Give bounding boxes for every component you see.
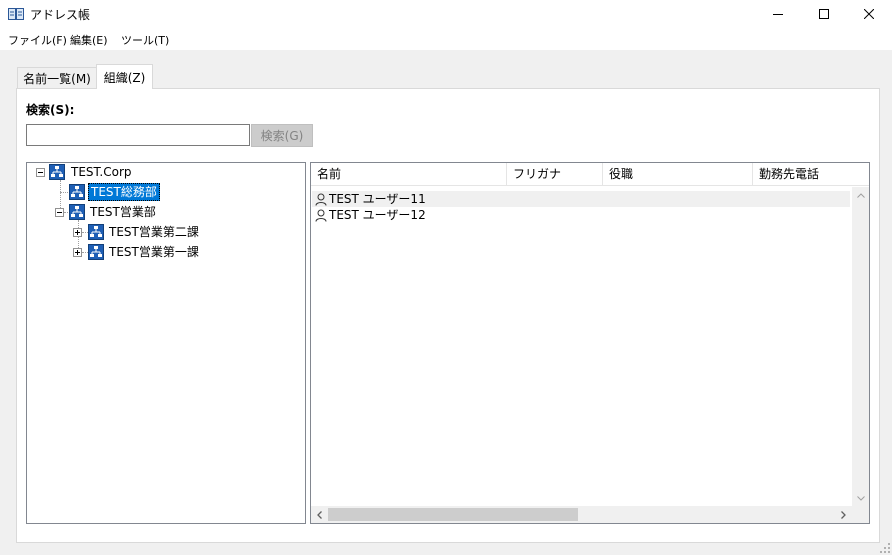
- list-item-name: TEST ユーザー12: [329, 208, 426, 222]
- organization-icon: [88, 224, 104, 240]
- tree-node-test-sales-2[interactable]: TEST営業第二課: [27, 223, 297, 241]
- tree-node-test-corp[interactable]: TEST.Corp: [27, 163, 297, 181]
- window-title: アドレス帳: [30, 8, 91, 22]
- close-button[interactable]: [846, 0, 892, 28]
- user-icon: [315, 209, 327, 222]
- close-icon: [864, 9, 874, 19]
- title-bar[interactable]: アドレス帳: [0, 0, 892, 28]
- resize-grip-icon[interactable]: [880, 543, 890, 553]
- horizontal-scroll-thumb[interactable]: [328, 508, 578, 521]
- menu-bar: ファイル(F) 編集(E) ツール(T): [0, 28, 892, 50]
- horizontal-scrollbar[interactable]: [311, 506, 852, 523]
- tree-node-label: TEST.Corp: [71, 165, 132, 179]
- search-label: 検索(S):: [26, 103, 75, 117]
- tree-node-label: TEST営業第一課: [109, 245, 199, 259]
- minimize-button[interactable]: [755, 0, 801, 28]
- tab-organization[interactable]: 組織(Z): [96, 64, 153, 89]
- collapse-icon[interactable]: [55, 208, 64, 217]
- organization-icon: [69, 184, 85, 200]
- tab-name-list[interactable]: 名前一覧(M): [17, 67, 97, 88]
- maximize-button[interactable]: [801, 0, 847, 28]
- scroll-down-icon[interactable]: [852, 490, 869, 507]
- column-header-position[interactable]: 役職: [603, 163, 753, 185]
- member-list[interactable]: 名前 フリガナ 役職 勤務先電話 TEST ユーザー11 TEST ユーザー12: [310, 162, 870, 524]
- organization-icon: [69, 204, 85, 220]
- column-header-furigana[interactable]: フリガナ: [507, 163, 603, 185]
- organization-tree[interactable]: TEST.Corp TEST総務部 TEST営業部 TEST営業第二課 TEST…: [26, 162, 306, 524]
- organization-icon: [88, 244, 104, 260]
- list-item-name: TEST ユーザー11: [329, 192, 426, 206]
- list-item[interactable]: TEST ユーザー11: [312, 191, 850, 207]
- organization-icon: [49, 164, 65, 180]
- scroll-left-icon[interactable]: [311, 506, 328, 523]
- scroll-right-icon[interactable]: [835, 506, 852, 523]
- expand-icon[interactable]: [73, 228, 82, 237]
- tree-node-label: TEST総務部: [88, 183, 160, 201]
- user-icon: [315, 193, 327, 206]
- column-header-name[interactable]: 名前: [311, 163, 507, 185]
- address-book-icon: [8, 8, 24, 20]
- expand-icon[interactable]: [73, 248, 82, 257]
- search-input[interactable]: [26, 124, 250, 146]
- collapse-icon[interactable]: [36, 168, 45, 177]
- menu-file[interactable]: ファイル(F): [8, 32, 67, 48]
- tree-node-test-general-affairs[interactable]: TEST総務部: [27, 183, 297, 201]
- tree-node-label: TEST営業部: [90, 205, 156, 219]
- tree-node-test-sales[interactable]: TEST営業部: [27, 203, 297, 221]
- scrollbar-corner: [852, 506, 869, 523]
- vertical-scrollbar[interactable]: [852, 187, 869, 507]
- maximize-icon: [819, 9, 829, 19]
- scroll-up-icon[interactable]: [852, 187, 869, 204]
- list-header: 名前 フリガナ 役職 勤務先電話: [311, 163, 869, 186]
- minimize-icon: [773, 14, 783, 15]
- column-header-work-phone[interactable]: 勤務先電話: [753, 163, 869, 185]
- list-item[interactable]: TEST ユーザー12: [312, 207, 850, 223]
- search-button[interactable]: 検索(G): [251, 124, 313, 147]
- client-area: 名前一覧(M) 組織(Z) 検索(S): 検索(G) TEST.Corp TES…: [0, 50, 892, 555]
- menu-tools[interactable]: ツール(T): [121, 32, 169, 48]
- tree-node-test-sales-1[interactable]: TEST営業第一課: [27, 243, 297, 261]
- tree-node-label: TEST営業第二課: [109, 225, 199, 239]
- tab-panel-organization: 検索(S): 検索(G) TEST.Corp TEST総務部 TEST営業部 T…: [16, 88, 880, 543]
- menu-edit[interactable]: 編集(E): [70, 32, 108, 48]
